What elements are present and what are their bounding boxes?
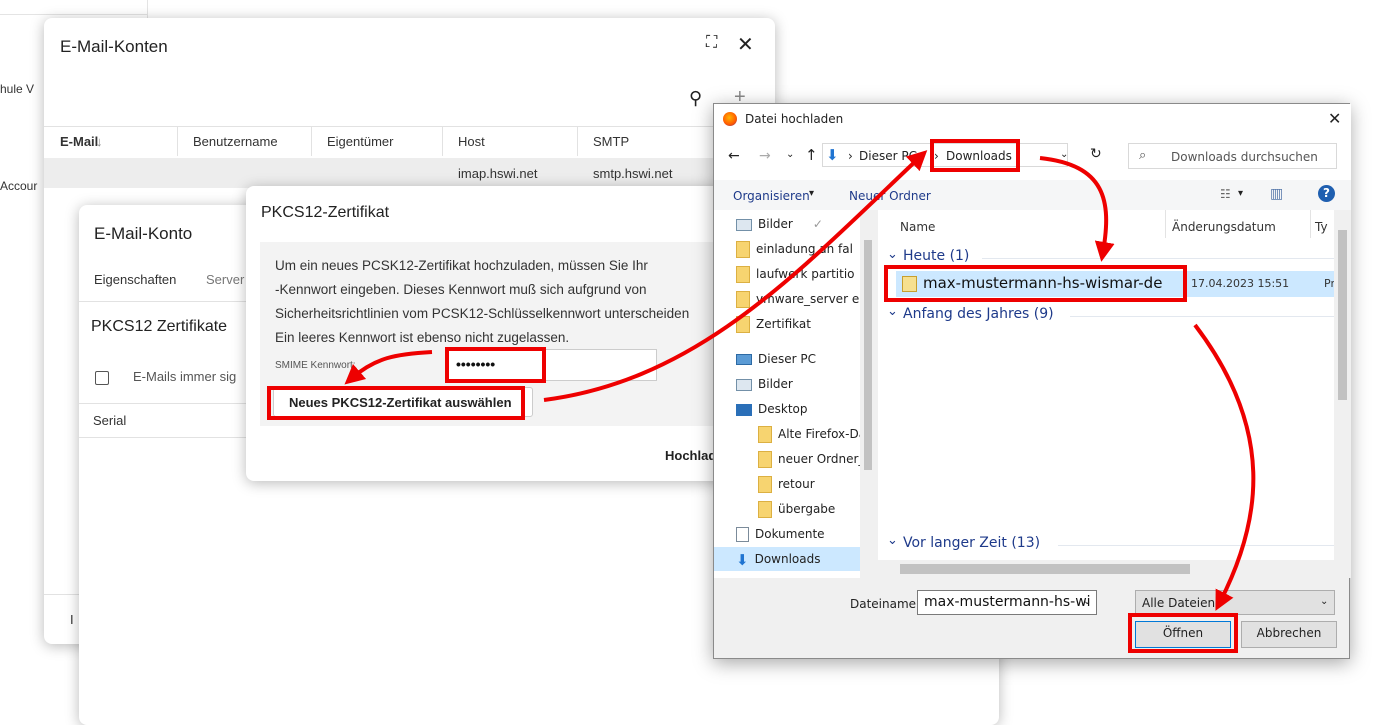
arrow-downloads-to-file bbox=[1039, 156, 1115, 262]
annotation-arrows bbox=[344, 150, 1256, 611]
arrow-file-to-open-button bbox=[1193, 323, 1256, 611]
arrow-select-to-downloads bbox=[543, 150, 928, 402]
arrow-password-to-label bbox=[344, 350, 433, 385]
